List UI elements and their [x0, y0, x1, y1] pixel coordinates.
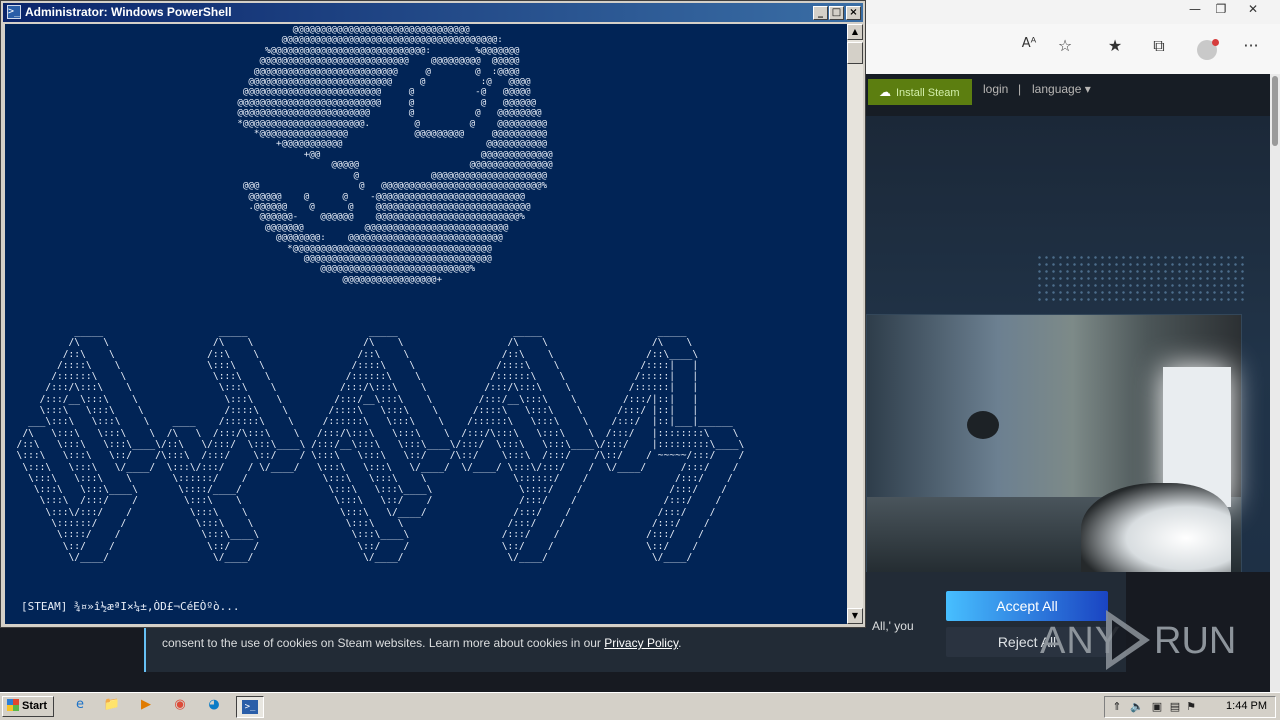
game-screenshot[interactable]	[866, 314, 1242, 578]
steam-hero-section	[866, 116, 1270, 578]
profile-avatar[interactable]	[1197, 39, 1219, 60]
more-icon[interactable]: ···	[1238, 36, 1264, 62]
ascii-skull-art: @@@@@@@@@@@@@@@@@@@@@@@@@@@@@@@@ @@@@@@@…	[237, 24, 553, 285]
powershell-icon: >_	[7, 5, 21, 19]
ascii-steam-banner: _____ _____ _____ _____ _____ /\ \ /\ \ …	[16, 326, 745, 563]
browser-minimize-button[interactable]: —	[1182, 0, 1208, 20]
decorative-dot-grid	[1036, 254, 1246, 304]
close-button[interactable]: ×	[846, 6, 861, 20]
browser-close-button[interactable]: ✕	[1240, 0, 1266, 20]
powershell-taskbar-icon: >_	[242, 700, 258, 714]
browser-scrollbar[interactable]	[1270, 74, 1280, 692]
start-label: Start	[22, 700, 48, 712]
flag-icon[interactable]: ⚑	[1183, 698, 1199, 716]
system-tray: ⇑ 🔈 ▣ ▤ ⚑ 1:44 PM	[1104, 696, 1276, 718]
console-scroll-thumb[interactable]	[847, 42, 863, 64]
console-status-line: [STEAM] ¾¤»î½æªI×¼±,ÒD£¬CéEÒºò...	[21, 600, 240, 613]
windows-logo-icon	[7, 699, 19, 711]
clock[interactable]: 1:44 PM	[1226, 700, 1267, 712]
steam-global-header: ☁ Install Steam login | language ▾	[866, 74, 1270, 116]
edge-icon[interactable]: ◕	[204, 697, 224, 717]
cookie-consent-text: consent to the use of cookies on Steam w…	[162, 636, 681, 650]
network-icon[interactable]: ▣	[1149, 698, 1165, 716]
minimize-button[interactable]: _	[813, 6, 828, 20]
start-button[interactable]: Start	[2, 696, 54, 717]
language-label: language	[1032, 82, 1082, 96]
read-aloud-icon[interactable]: Aᴬ	[1016, 36, 1042, 62]
play-logo-icon	[1106, 610, 1150, 670]
add-favorite-icon[interactable]: ☆	[1052, 36, 1078, 62]
chrome-icon[interactable]: ◉	[170, 697, 190, 717]
install-steam-button[interactable]: ☁ Install Steam	[868, 79, 972, 105]
window-title: Administrator: Windows PowerShell	[25, 5, 232, 19]
language-dropdown[interactable]: language ▾	[1032, 82, 1091, 96]
anyrun-watermark: ANY RUN	[1040, 608, 1240, 672]
collections-icon[interactable]: ⧉	[1146, 36, 1172, 62]
tray-expand-icon[interactable]: ⇑	[1109, 698, 1125, 716]
cookie-text-line1: All,' you	[872, 619, 914, 633]
ie-icon[interactable]: e	[70, 697, 90, 717]
download-icon: ☁	[879, 85, 891, 99]
browser-restore-button[interactable]: ❐	[1208, 0, 1234, 20]
explorer-icon[interactable]: 📁	[102, 697, 122, 717]
cookie-text-end: .	[678, 636, 682, 650]
powershell-taskbar-button[interactable]: >_	[236, 696, 264, 718]
media-player-icon[interactable]: ▶	[136, 697, 156, 717]
console-output[interactable]: @@@@@@@@@@@@@@@@@@@@@@@@@@@@@@@@ @@@@@@@…	[5, 24, 847, 624]
privacy-policy-link[interactable]: Privacy Policy	[604, 636, 678, 650]
taskbar: Start e 📁 ▶ ◉ ◕ >_ ⇑ 🔈 ▣ ▤ ⚑ 1:44 PM	[0, 692, 1280, 720]
display-icon[interactable]: ▤	[1167, 698, 1183, 716]
login-link[interactable]: login	[983, 82, 1008, 96]
screenshot-portal-gun	[1081, 483, 1231, 575]
cookie-text-body: consent to the use of cookies on Steam w…	[162, 636, 601, 650]
chevron-down-icon: ▾	[1084, 82, 1091, 96]
browser-scroll-thumb[interactable]	[1272, 76, 1278, 146]
watermark-run: RUN	[1154, 620, 1237, 662]
powershell-window: >_ Administrator: Windows PowerShell _ □…	[0, 0, 866, 628]
scroll-up-icon[interactable]: ▲	[847, 24, 863, 40]
favorites-icon[interactable]: ★	[1102, 36, 1128, 62]
console-scrollbar[interactable]: ▲ ▼	[847, 24, 863, 624]
install-steam-label: Install Steam	[896, 87, 960, 99]
nav-separator: |	[1018, 82, 1022, 96]
volume-icon[interactable]: 🔈	[1129, 698, 1145, 716]
powershell-titlebar[interactable]: >_ Administrator: Windows PowerShell _ □…	[3, 3, 863, 22]
screenshot-orb	[967, 411, 999, 439]
scroll-down-icon[interactable]: ▼	[847, 608, 863, 624]
maximize-button[interactable]: □	[829, 6, 844, 20]
